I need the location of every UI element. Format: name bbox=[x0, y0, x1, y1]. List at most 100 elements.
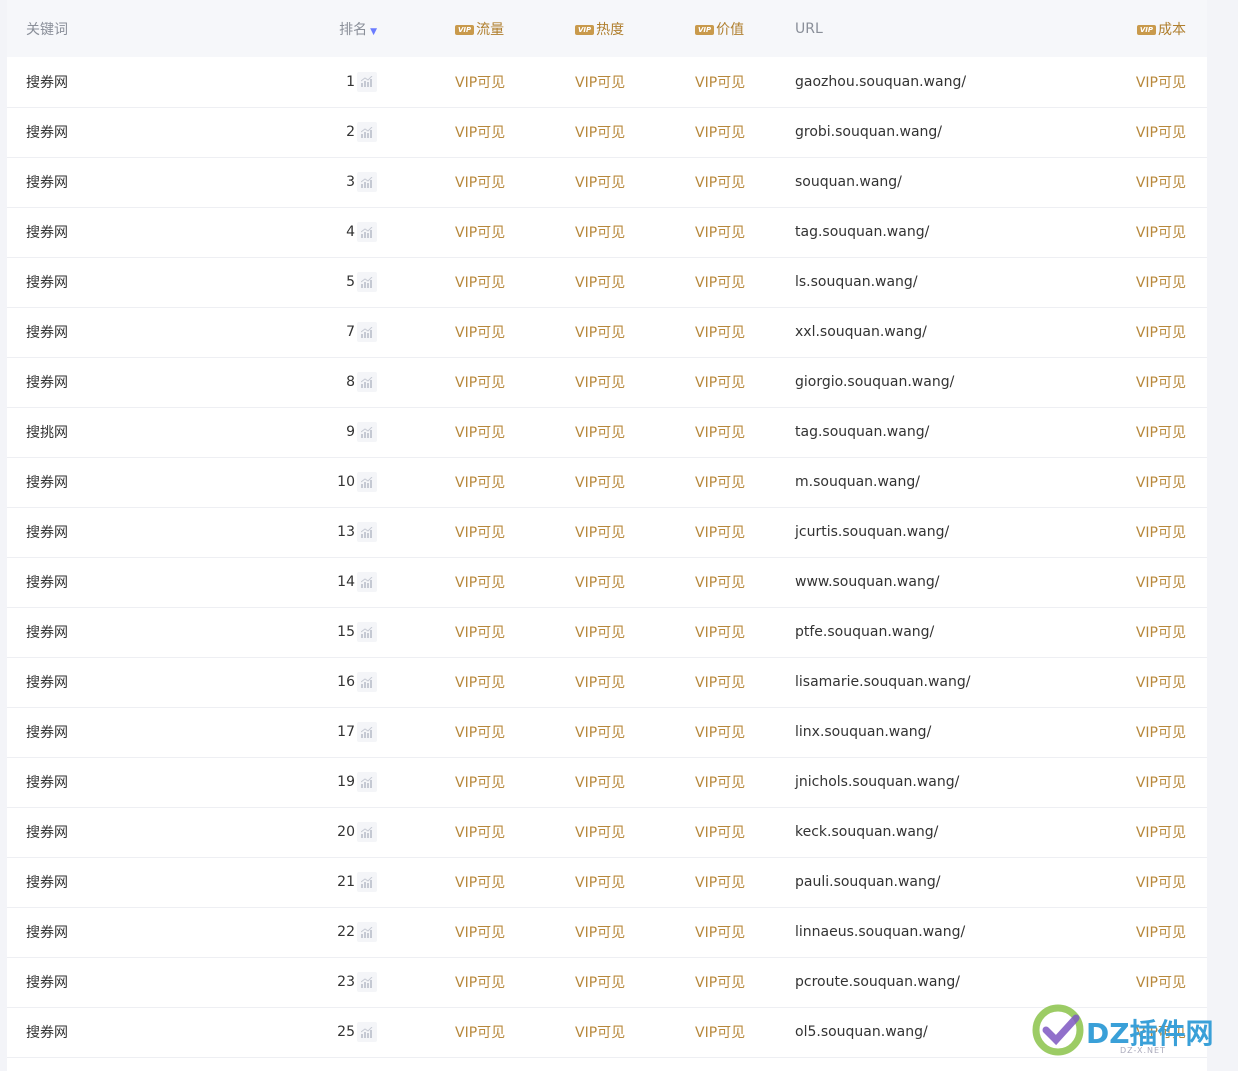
cell-heat[interactable]: VIP可见 bbox=[497, 357, 625, 407]
cell-url[interactable]: xxl.souquan.wang/ bbox=[737, 307, 977, 357]
cell-traffic[interactable]: VIP可见 bbox=[377, 57, 505, 107]
cell-cost[interactable]: VIP可见 bbox=[977, 557, 1207, 607]
cell-heat[interactable]: VIP可见 bbox=[497, 257, 625, 307]
bar-chart-icon[interactable] bbox=[357, 71, 377, 92]
cell-value[interactable]: VIP可见 bbox=[617, 707, 745, 757]
cell-heat[interactable]: VIP可见 bbox=[497, 157, 625, 207]
bar-chart-icon[interactable] bbox=[357, 522, 377, 542]
bar-chart-icon[interactable] bbox=[357, 572, 377, 592]
cell-cost[interactable]: VIP可见 bbox=[977, 207, 1207, 257]
cell-cost[interactable]: VIP可见 bbox=[977, 707, 1207, 757]
cell-cost[interactable]: VIP可见 bbox=[977, 107, 1207, 157]
col-rank[interactable]: 排名 ▼ bbox=[187, 0, 377, 57]
cell-url[interactable]: giorgio.souquan.wang/ bbox=[737, 357, 977, 407]
bar-chart-icon[interactable] bbox=[357, 972, 377, 992]
cell-url[interactable]: tag.souquan.wang/ bbox=[737, 407, 977, 457]
cell-url[interactable]: linx.souquan.wang/ bbox=[737, 707, 977, 757]
bar-chart-icon[interactable] bbox=[357, 772, 377, 792]
cell-url[interactable]: jcurtis.souquan.wang/ bbox=[737, 507, 977, 557]
cell-heat[interactable]: VIP可见 bbox=[497, 807, 625, 857]
cell-value[interactable]: VIP可见 bbox=[617, 1007, 745, 1057]
cell-cost[interactable]: VIP可见 bbox=[977, 357, 1207, 407]
cell-heat[interactable]: VIP可见 bbox=[497, 557, 625, 607]
cell-value[interactable]: VIP可见 bbox=[617, 307, 745, 357]
bar-chart-icon[interactable] bbox=[357, 272, 377, 292]
cell-heat[interactable]: VIP可见 bbox=[497, 1007, 625, 1057]
cell-heat[interactable]: VIP可见 bbox=[497, 657, 625, 707]
bar-chart-icon[interactable] bbox=[357, 1022, 377, 1042]
cell-cost[interactable]: VIP可见 bbox=[977, 607, 1207, 657]
cell-traffic[interactable]: VIP可见 bbox=[377, 857, 505, 907]
cell-value[interactable]: VIP可见 bbox=[617, 357, 745, 407]
cell-traffic[interactable]: VIP可见 bbox=[377, 407, 505, 457]
cell-cost[interactable]: VIP可见 bbox=[977, 457, 1207, 507]
cell-cost[interactable]: VIP可见 bbox=[977, 307, 1207, 357]
cell-url[interactable]: gaozhou.souquan.wang/ bbox=[737, 57, 977, 107]
cell-cost[interactable]: VIP可见 bbox=[977, 157, 1207, 207]
cell-url[interactable]: pcroute.souquan.wang/ bbox=[737, 957, 977, 1007]
cell-value[interactable]: VIP可见 bbox=[617, 957, 745, 1007]
cell-traffic[interactable]: VIP可见 bbox=[377, 707, 505, 757]
cell-heat[interactable]: VIP可见 bbox=[497, 857, 625, 907]
bar-chart-icon[interactable] bbox=[357, 472, 377, 492]
cell-traffic[interactable]: VIP可见 bbox=[377, 957, 505, 1007]
cell-heat[interactable]: VIP可见 bbox=[497, 457, 625, 507]
cell-url[interactable]: pauli.souquan.wang/ bbox=[737, 857, 977, 907]
cell-url[interactable]: tag.souquan.wang/ bbox=[737, 207, 977, 257]
cell-cost[interactable]: VIP可见 bbox=[977, 57, 1207, 107]
bar-chart-icon[interactable] bbox=[357, 622, 377, 642]
cell-cost[interactable]: VIP可见 bbox=[977, 1007, 1207, 1057]
cell-heat[interactable]: VIP可见 bbox=[497, 957, 625, 1007]
cell-value[interactable]: VIP可见 bbox=[617, 807, 745, 857]
cell-url[interactable]: jnichols.souquan.wang/ bbox=[737, 757, 977, 807]
cell-traffic[interactable]: VIP可见 bbox=[377, 157, 505, 207]
cell-url[interactable]: lisamarie.souquan.wang/ bbox=[737, 657, 977, 707]
cell-url[interactable]: keck.souquan.wang/ bbox=[737, 807, 977, 857]
cell-heat[interactable]: VIP可见 bbox=[497, 207, 625, 257]
cell-traffic[interactable]: VIP可见 bbox=[377, 457, 505, 507]
cell-traffic[interactable]: VIP可见 bbox=[377, 257, 505, 307]
cell-value[interactable]: VIP可见 bbox=[617, 907, 745, 957]
cell-heat[interactable]: VIP可见 bbox=[497, 107, 625, 157]
bar-chart-icon[interactable] bbox=[357, 422, 377, 442]
cell-value[interactable]: VIP可见 bbox=[617, 507, 745, 557]
cell-url[interactable]: souquan.wang/ bbox=[737, 157, 977, 207]
cell-traffic[interactable]: VIP可见 bbox=[377, 207, 505, 257]
cell-traffic[interactable]: VIP可见 bbox=[377, 757, 505, 807]
cell-value[interactable]: VIP可见 bbox=[617, 107, 745, 157]
cell-value[interactable]: VIP可见 bbox=[617, 757, 745, 807]
cell-cost[interactable]: VIP可见 bbox=[977, 657, 1207, 707]
cell-cost[interactable]: VIP可见 bbox=[977, 507, 1207, 557]
cell-value[interactable]: VIP可见 bbox=[617, 457, 745, 507]
cell-url[interactable]: linnaeus.souquan.wang/ bbox=[737, 907, 977, 957]
bar-chart-icon[interactable] bbox=[357, 872, 377, 892]
cell-cost[interactable]: VIP可见 bbox=[977, 907, 1207, 957]
cell-heat[interactable]: VIP可见 bbox=[497, 57, 625, 107]
cell-value[interactable]: VIP可见 bbox=[617, 407, 745, 457]
cell-value[interactable]: VIP可见 bbox=[617, 257, 745, 307]
cell-value[interactable]: VIP可见 bbox=[617, 557, 745, 607]
cell-value[interactable]: VIP可见 bbox=[617, 857, 745, 907]
sort-down-icon[interactable]: ▼ bbox=[370, 27, 377, 37]
cell-url[interactable]: ptfe.souquan.wang/ bbox=[737, 607, 977, 657]
cell-value[interactable]: VIP可见 bbox=[617, 657, 745, 707]
cell-heat[interactable]: VIP可见 bbox=[497, 707, 625, 757]
bar-chart-icon[interactable] bbox=[357, 922, 377, 942]
cell-traffic[interactable]: VIP可见 bbox=[377, 1007, 505, 1057]
cell-url[interactable]: grobi.souquan.wang/ bbox=[737, 107, 977, 157]
bar-chart-icon[interactable] bbox=[357, 222, 377, 242]
bar-chart-icon[interactable] bbox=[357, 372, 377, 392]
cell-value[interactable]: VIP可见 bbox=[617, 157, 745, 207]
cell-url[interactable]: ls.souquan.wang/ bbox=[737, 257, 977, 307]
bar-chart-icon[interactable] bbox=[357, 672, 377, 692]
bar-chart-icon[interactable] bbox=[357, 172, 377, 192]
cell-url[interactable]: m.souquan.wang/ bbox=[737, 457, 977, 507]
cell-heat[interactable]: VIP可见 bbox=[497, 307, 625, 357]
cell-url[interactable]: www.souquan.wang/ bbox=[737, 557, 977, 607]
cell-cost[interactable]: VIP可见 bbox=[977, 757, 1207, 807]
bar-chart-icon[interactable] bbox=[357, 122, 377, 142]
cell-traffic[interactable]: VIP可见 bbox=[377, 557, 505, 607]
cell-traffic[interactable]: VIP可见 bbox=[377, 357, 505, 407]
cell-cost[interactable]: VIP可见 bbox=[977, 857, 1207, 907]
cell-heat[interactable]: VIP可见 bbox=[497, 507, 625, 557]
